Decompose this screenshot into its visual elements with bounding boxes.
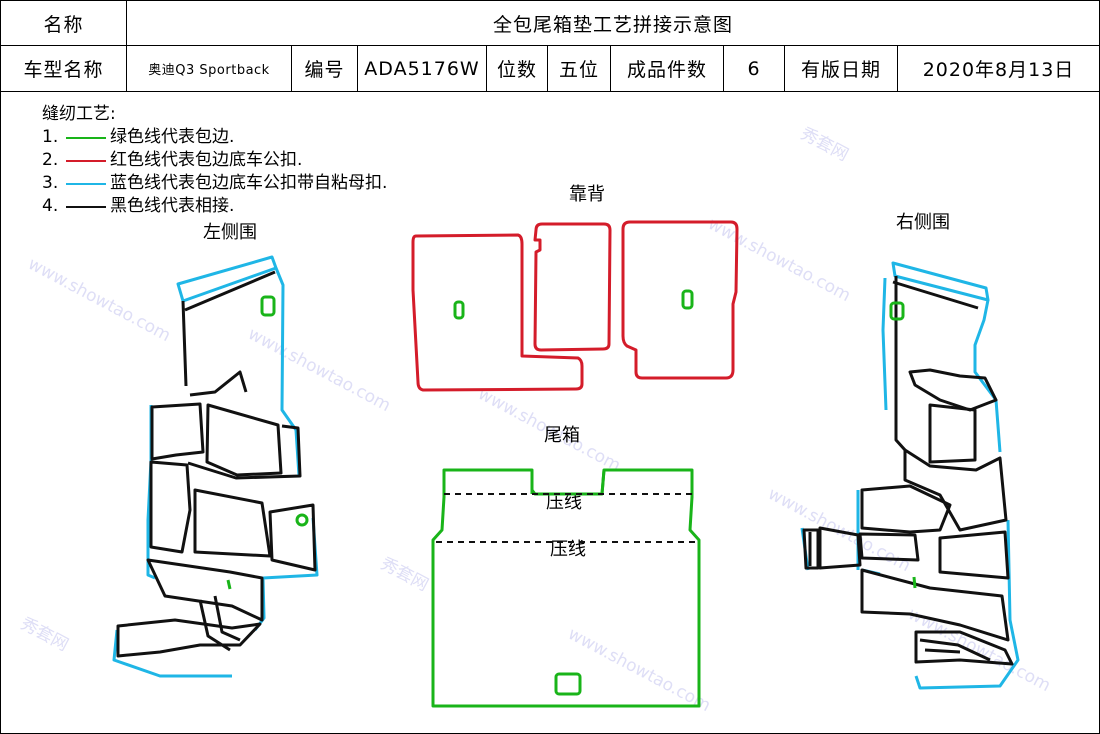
left-side-piece bbox=[268, 503, 317, 572]
backrest-right-panel bbox=[621, 220, 739, 380]
left-side-blue-edge bbox=[253, 517, 319, 631]
right-side-piece bbox=[919, 638, 991, 662]
left-side-blue-edge bbox=[112, 629, 232, 678]
backrest-left-panel bbox=[411, 233, 584, 392]
right-side-piece bbox=[908, 368, 998, 412]
right-side-piece bbox=[860, 568, 1010, 642]
pattern-drawing bbox=[112, 220, 1020, 708]
right-side-piece bbox=[938, 530, 1010, 580]
trunk-flap-divider bbox=[530, 469, 606, 495]
left-side-snap-hole bbox=[295, 513, 309, 527]
trunk-handle-cutout bbox=[554, 672, 582, 696]
left-side-mark bbox=[226, 579, 232, 590]
left-side-snap-hole bbox=[260, 295, 276, 317]
right-side-blue-edge bbox=[891, 261, 990, 302]
right-side-piece bbox=[928, 403, 977, 464]
left-side-piece bbox=[205, 403, 283, 477]
left-side-black-edge bbox=[181, 270, 276, 397]
right-side-piece bbox=[818, 526, 862, 570]
right-side-black-edge bbox=[892, 276, 979, 452]
backrest-snap-hole bbox=[681, 289, 694, 310]
backrest-center-panel bbox=[533, 222, 612, 352]
trunk-floor-panel bbox=[431, 468, 701, 708]
right-side-blue-edge bbox=[881, 277, 888, 411]
right-side-piece bbox=[858, 532, 920, 562]
right-side-piece bbox=[802, 528, 820, 570]
right-side-mark bbox=[912, 576, 917, 589]
left-side-piece bbox=[193, 488, 272, 558]
left-side-piece bbox=[149, 460, 192, 554]
left-side-piece bbox=[146, 558, 264, 622]
backrest-snap-hole bbox=[453, 300, 465, 320]
left-side-piece bbox=[187, 424, 302, 480]
left-side-piece bbox=[150, 402, 205, 461]
